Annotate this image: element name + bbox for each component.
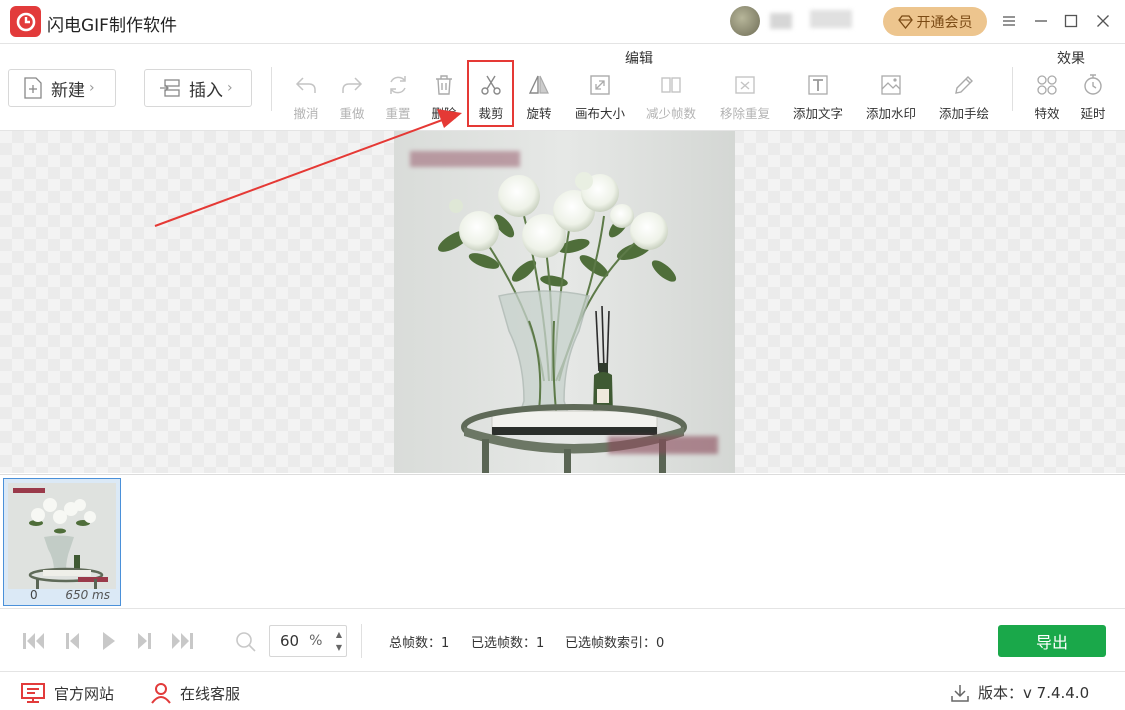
playback-bar: 60 % ▲ ▼ 总帧数：1 已选帧数：1 已选帧数索引：0 导出 [0,610,1125,672]
trash-icon [436,75,452,95]
new-button[interactable]: 新建 › [8,69,116,107]
redo-icon [342,77,363,93]
rotate-button[interactable]: 旋转 [509,73,569,122]
insert-icon [160,79,180,97]
pencil-icon [955,76,973,94]
frame-thumbnail-image [8,483,116,589]
previous-frame-icon[interactable] [60,630,86,652]
minimize-icon[interactable] [1029,10,1053,32]
zoom-unit: % [309,633,323,649]
user-support-icon [151,683,171,704]
delay-label: 延时 [1080,106,1106,121]
download-icon [951,684,969,702]
frame-index: 0 [30,588,38,602]
new-label: 新建 [51,80,85,101]
canvas-size-button[interactable]: 画布大小 [570,73,630,122]
watermark-icon [881,75,901,95]
close-icon[interactable] [1091,10,1115,32]
insert-button[interactable]: 插入 › [144,69,252,107]
canvas-size-label: 画布大小 [574,106,625,121]
toolbar: 新建 › 插入 › 编辑 效果 撤消 重做 重置 删除 裁剪 旋转 画布大小 减… [0,45,1125,131]
app-logo-icon [10,6,41,37]
selected-frames-stat: 已选帧数：1 [471,636,545,651]
reset-label: 重置 [385,106,411,121]
monitor-icon [21,683,45,703]
delay-button[interactable]: 延时 [1063,73,1123,122]
add-text-button[interactable]: 添加文字 [788,73,848,122]
next-frame-icon[interactable] [131,630,157,652]
canvas-size-icon [590,75,610,95]
zoom-stepper[interactable]: ▲ ▼ [336,628,342,654]
gif-frame-preview [394,131,735,473]
rotate-label: 旋转 [526,106,552,121]
frames-panel: 0 650 ms [0,474,1125,609]
app-title: 闪电GIF制作软件 [47,16,177,36]
support-link[interactable]: 在线客服 [150,682,240,704]
new-file-icon [24,77,42,99]
menu-icon[interactable] [997,10,1021,32]
effects-icon [1037,75,1057,95]
undo-icon [295,77,316,93]
add-watermark-label: 添加水印 [865,106,916,121]
frame-duration: 650 ms [65,588,110,602]
add-drawing-button[interactable]: 添加手绘 [934,73,994,122]
last-frame-icon[interactable] [170,630,196,652]
username-blur [770,13,792,29]
playbar-divider [361,624,362,658]
total-frames-stat: 总帧数：1 [389,636,450,651]
insert-label: 插入 [189,80,223,101]
undo-label: 撤消 [293,106,319,121]
export-button[interactable]: 导出 [998,625,1106,657]
redo-label: 重做 [339,106,365,121]
reduce-frames-button[interactable]: 减少帧数 [641,73,701,122]
timer-icon [1084,74,1102,95]
zoom-value: 60 [280,632,300,650]
effects-group-label: 效果 [1057,51,1085,67]
chevron-right-icon: › [227,80,233,96]
first-frame-icon[interactable] [20,630,46,652]
canvas-area[interactable] [0,131,1125,473]
add-text-label: 添加文字 [792,106,843,121]
version-label: 版本：v 7.4.4.0 [978,684,1090,702]
crop-highlight-box [467,60,514,127]
remove-duplicate-icon [735,76,755,94]
remove-duplicate-label: 移除重复 [719,106,770,121]
version-info[interactable]: 版本：v 7.4.4.0 [950,682,1089,703]
frame-thumbnail[interactable]: 0 650 ms [3,478,121,606]
diamond-icon [897,14,913,29]
maximize-icon[interactable] [1059,10,1083,32]
effects-label: 特效 [1034,106,1060,121]
reduce-frames-icon [661,77,681,93]
add-drawing-label: 添加手绘 [938,106,989,121]
support-label: 在线客服 [180,684,241,703]
chevron-right-icon: › [89,80,95,96]
rotate-icon [528,75,549,94]
reduce-frames-label: 减少帧数 [645,106,696,121]
website-label: 官方网站 [54,684,115,703]
add-watermark-button[interactable]: 添加水印 [861,73,921,122]
chevron-down-icon[interactable]: ▼ [336,641,342,654]
avatar[interactable] [730,6,760,36]
selected-index-stat: 已选帧数索引：0 [565,636,665,651]
delete-label: 删除 [431,106,457,121]
reset-icon [390,76,406,94]
edit-group-label: 编辑 [625,51,653,67]
remove-duplicate-button[interactable]: 移除重复 [715,73,775,122]
text-icon [808,75,828,95]
title-bar: 闪电GIF制作软件 开通会员 [0,0,1125,44]
toolbar-divider [1012,67,1013,111]
zoom-search-icon [236,632,256,652]
play-icon[interactable] [96,630,122,652]
app-window: 闪电GIF制作软件 开通会员 新建 › 插入 › 编辑 效果 撤消 重做 重置 … [0,0,1125,710]
account-info-blur [810,10,852,28]
footer: 官方网站 在线客服 版本：v 7.4.4.0 [0,673,1125,710]
website-link[interactable]: 官方网站 [20,682,114,704]
chevron-up-icon[interactable]: ▲ [336,628,342,641]
vip-button[interactable]: 开通会员 [883,7,987,36]
zoom-input[interactable]: 60 % ▲ ▼ [269,625,347,657]
vip-label: 开通会员 [916,14,973,31]
toolbar-divider [271,67,272,111]
